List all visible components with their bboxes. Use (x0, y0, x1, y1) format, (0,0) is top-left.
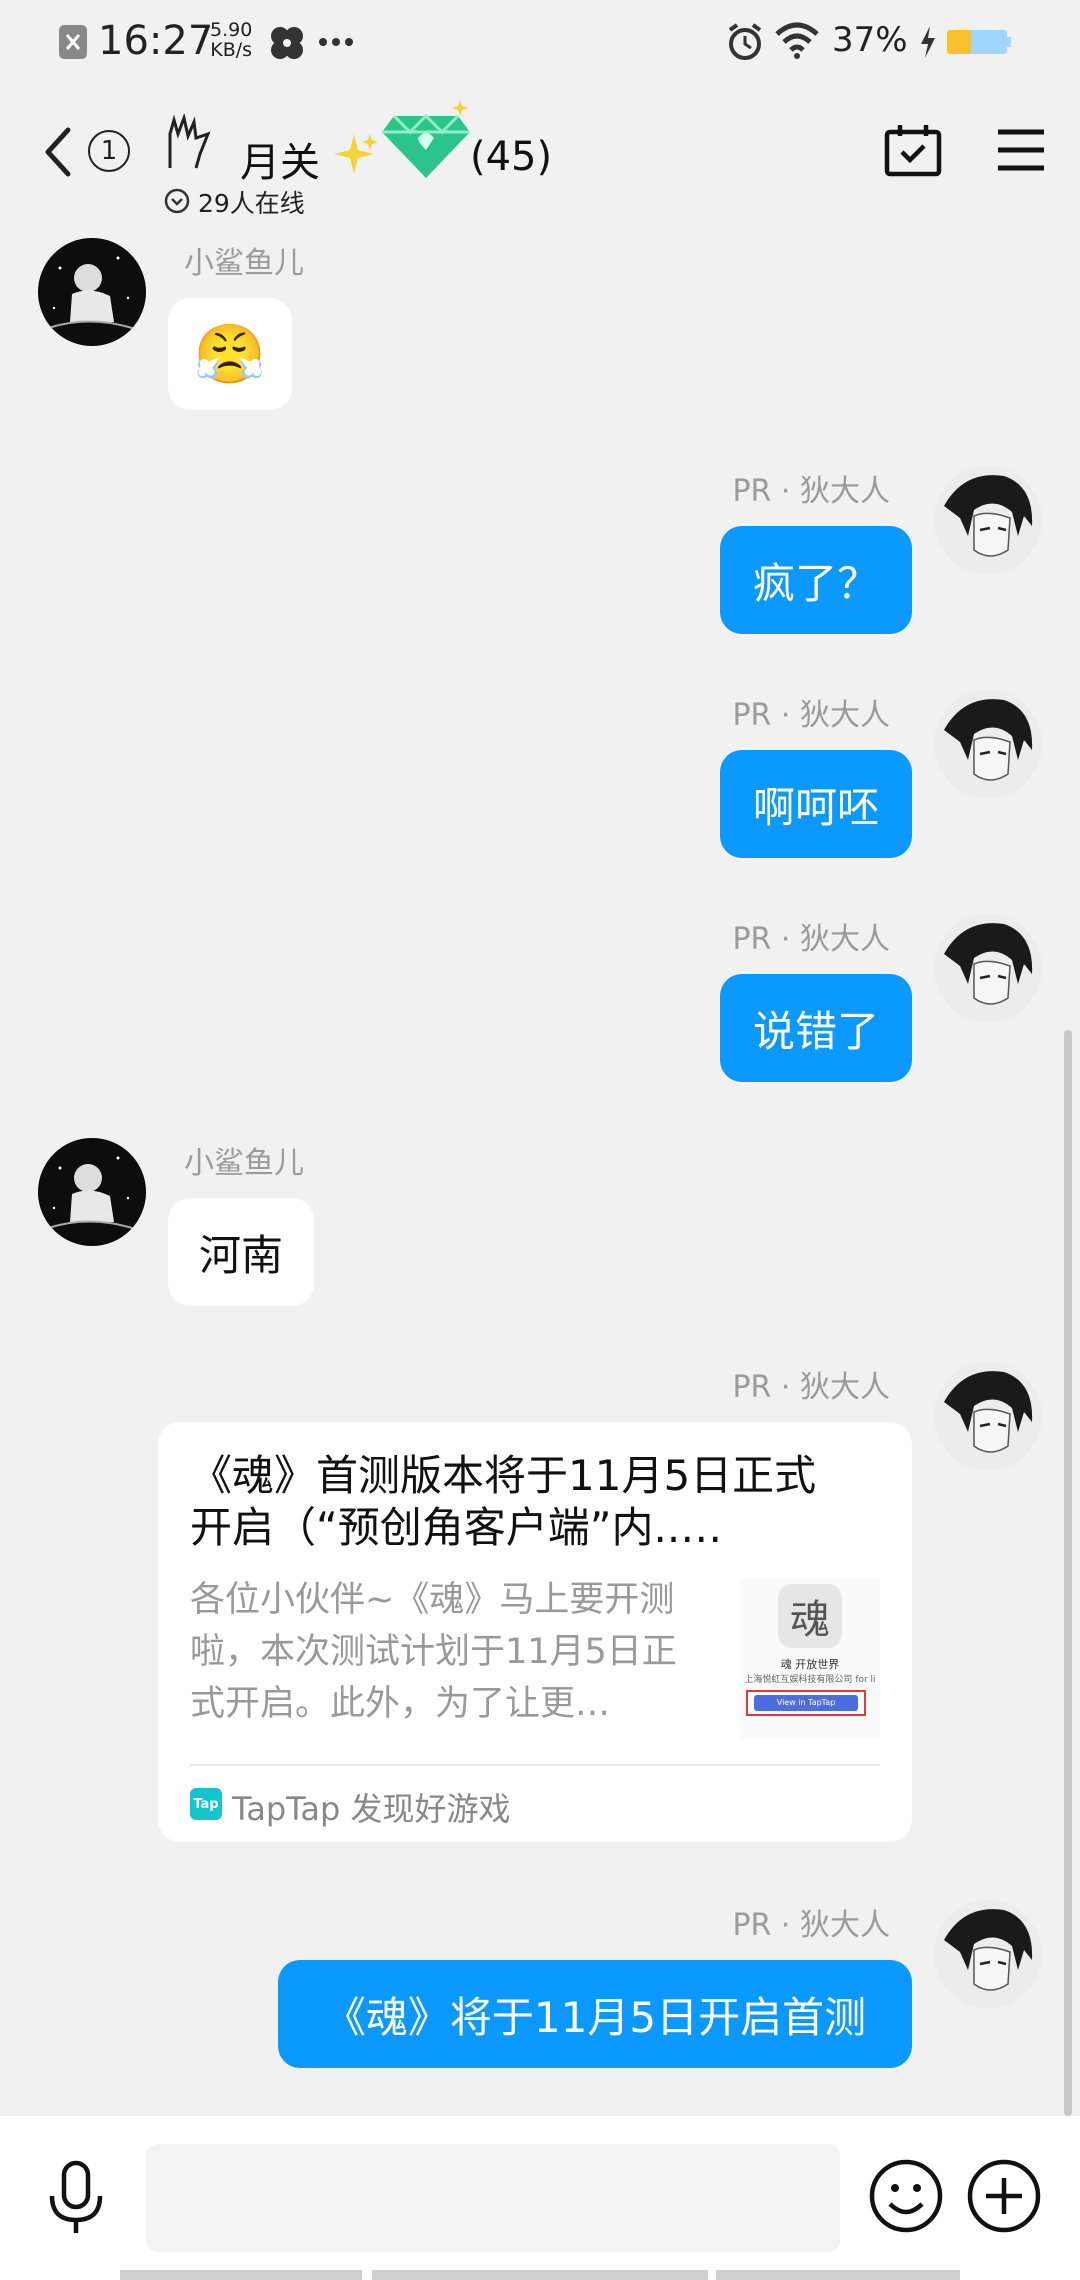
sender-name: PR · 狄大人 (732, 698, 890, 733)
diamond-badge-icon (382, 100, 470, 178)
status-bar: 16:27 5.90 KB/s 37% (0, 0, 1080, 84)
member-count: (45) (470, 134, 553, 180)
anime-avatar-image (934, 1900, 1042, 2008)
anime-avatar-image (934, 914, 1042, 1022)
battery-percent: 37% (832, 20, 908, 60)
wifi-icon (775, 22, 819, 59)
message-bubble-outgoing[interactable]: 啊呵呸 (720, 750, 912, 858)
chevron-down-circle-icon[interactable] (164, 188, 190, 214)
card-title: 《魂》首测版本将于11月5日正式 开启（“预创角客户端”内..… (190, 1451, 817, 1552)
notification-app-icon (59, 25, 87, 59)
taptap-logo-icon: Tap (190, 1788, 222, 1820)
back-icon[interactable] (40, 124, 76, 180)
sender-name: PR · 狄大人 (732, 1370, 890, 1405)
message-bubble-outgoing[interactable]: 说错了 (720, 974, 912, 1082)
sender-name: PR · 狄大人 (732, 922, 890, 957)
anime-avatar-image (934, 466, 1042, 574)
group-name: 月关 (240, 140, 320, 186)
sparkle-icon (334, 134, 378, 174)
thumb-title: 魂 开放世界 (780, 1658, 840, 1671)
card-description: 各位小伙伴~《魂》马上要开测 啦，本次测试计划于11月5日正 式开启。此外，为了… (190, 1580, 677, 1724)
unread-count-badge[interactable]: 1 (88, 130, 130, 172)
bottom-toolbar-indicator (716, 2270, 960, 2280)
chat-scrollbar[interactable] (1064, 1030, 1072, 2116)
avatar-xiaoshayu[interactable] (38, 1138, 146, 1246)
message-bubble-incoming[interactable]: 河南 (168, 1198, 314, 1306)
app-notification-icon (271, 27, 303, 59)
anime-avatar-image (934, 1362, 1042, 1470)
card-thumbnail: 魂 魂 开放世界 上海悦虹互娱科技有限公司 for li View in Tap… (740, 1578, 880, 1738)
astronaut-avatar-image (38, 1138, 146, 1246)
hand-gesture-icon (168, 114, 211, 169)
bottom-toolbar-indicator (120, 2270, 362, 2280)
thumb-highlight: View in TapTap (746, 1690, 866, 1716)
game-app-icon: 魂 (778, 1584, 842, 1648)
avatar-pr-direnjie[interactable] (934, 1362, 1042, 1470)
more-notifications-icon (319, 38, 353, 46)
message-input[interactable] (146, 2144, 840, 2252)
avatar-pr-direnjie[interactable] (934, 1900, 1042, 2008)
sender-name: PR · 狄大人 (732, 1908, 890, 1943)
bottom-toolbar-indicator (372, 2270, 708, 2280)
card-divider (190, 1764, 880, 1766)
chat-header: 1 月关 (45) 29人在线 (0, 84, 1080, 224)
avatar-pr-direnjie[interactable] (934, 690, 1042, 798)
charging-icon (921, 26, 935, 58)
sender-name: 小鲨鱼儿 (184, 246, 304, 281)
add-icon[interactable] (966, 2158, 1042, 2234)
message-bubble-outgoing[interactable]: 疯了？ (720, 526, 912, 634)
avatar-pr-direnjie[interactable] (934, 466, 1042, 574)
calendar-check-icon[interactable] (884, 122, 942, 178)
online-count[interactable]: 29人在线 (198, 184, 305, 220)
card-source: TapTap 发现好游戏 (232, 1790, 511, 1828)
network-speed: 5.90 KB/s (210, 19, 253, 61)
menu-icon[interactable] (996, 128, 1046, 172)
message-bubble-outgoing[interactable]: 《魂》将于11月5日开启首测 (278, 1960, 912, 2068)
emoji-icon[interactable] (868, 2158, 944, 2234)
sender-name: 小鲨鱼儿 (184, 1146, 304, 1181)
thumb-publisher: 上海悦虹互娱科技有限公司 for li (744, 1675, 876, 1685)
battery-icon (947, 30, 1011, 54)
avatar-pr-direnjie[interactable] (934, 914, 1042, 1022)
sender-name: PR · 狄大人 (732, 474, 890, 509)
alarm-icon (728, 23, 762, 60)
input-bar (0, 2116, 1080, 2280)
anime-avatar-image (934, 690, 1042, 798)
avatar-xiaoshayu[interactable] (38, 238, 146, 346)
link-share-card[interactable]: 《魂》首测版本将于11月5日正式 开启（“预创角客户端”内..… 各位小伙伴~《… (158, 1422, 912, 1842)
status-time: 16:27 (98, 18, 214, 64)
group-title[interactable]: 月关 (240, 130, 320, 188)
astronaut-avatar-image (38, 238, 146, 346)
message-bubble-emoji[interactable]: 😤 (168, 298, 292, 410)
thumb-view-button: View in TapTap (754, 1695, 858, 1711)
microphone-icon[interactable] (44, 2160, 108, 2236)
